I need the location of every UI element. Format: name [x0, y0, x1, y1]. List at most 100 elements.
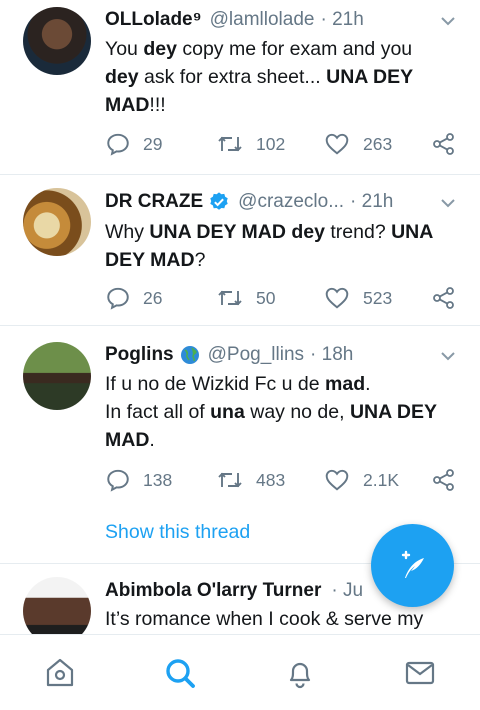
- author-name[interactable]: Poglins: [105, 344, 174, 366]
- home-icon: [46, 658, 74, 687]
- retweet-count: 102: [256, 133, 286, 154]
- reply-icon: [107, 133, 129, 156]
- avatar[interactable]: [23, 188, 91, 256]
- like-count: 523: [363, 287, 393, 308]
- author-handle[interactable]: @lamllolade: [210, 9, 315, 31]
- tweet-text-bold: MAD: [105, 429, 150, 451]
- tweet[interactable]: OLLolade⁹ @lamllolade · 21h You dey copy…: [0, 0, 480, 175]
- retweet-icon: [218, 290, 242, 306]
- tweet-text-bold: UNA DEY MAD dey: [149, 221, 325, 243]
- retweet-count: 50: [256, 287, 276, 308]
- tweet-actions: 26 50 523: [105, 283, 456, 313]
- like-count: 263: [363, 133, 393, 154]
- tweet-text-bold: mad: [325, 373, 366, 395]
- retweet-button[interactable]: 50: [216, 283, 275, 313]
- like-button[interactable]: 2.1K: [323, 465, 399, 495]
- bell-icon: [289, 662, 311, 689]
- tweet-text-line: You dey copy me for exam and you: [105, 35, 460, 63]
- chevron-down-icon[interactable]: [440, 195, 456, 211]
- author-name[interactable]: OLLolade⁹: [105, 9, 202, 31]
- nav-search[interactable]: [160, 655, 200, 691]
- compose-tweet-button[interactable]: [371, 524, 454, 607]
- author-handle[interactable]: @crazeclo...: [238, 191, 344, 213]
- tweet-text-bold: dey: [143, 38, 177, 60]
- compose-icon: [401, 550, 424, 578]
- retweet-button[interactable]: 102: [216, 129, 285, 159]
- tweet-actions: 138 483 2.1K: [105, 465, 456, 495]
- tweet-text: You dey copy me for exam and you dey ask …: [105, 35, 460, 119]
- tweet-text-run: Why: [105, 221, 150, 243]
- globe-emoji-icon: [180, 346, 199, 364]
- tweet-text-line: dey ask for extra sheet... UNA DEY: [105, 63, 460, 91]
- reply-count: 29: [143, 133, 163, 154]
- author-name[interactable]: Abimbola O'larry Turner: [105, 580, 321, 602]
- reply-count: 138: [143, 469, 173, 490]
- tweet-text-bold: MAD: [105, 94, 150, 116]
- tweet-text-line: DEY MAD?: [105, 246, 460, 274]
- tweet-text-line: Why UNA DEY MAD dey trend? UNA: [105, 218, 460, 246]
- tweet-text-bold: dey: [105, 66, 139, 88]
- tweet-text-run: .: [149, 429, 155, 451]
- reply-icon: [107, 287, 129, 310]
- tweet-actions: 29 102 263: [105, 129, 456, 159]
- tweet-text-run: way no de,: [244, 401, 350, 423]
- tweet-text-run: .: [365, 373, 371, 395]
- author-handle[interactable]: @Pog_llins: [208, 344, 304, 366]
- avatar[interactable]: [23, 577, 91, 634]
- tweet-text-run: It’s romance when I cook & serve my: [105, 608, 424, 630]
- like-button[interactable]: 263: [323, 129, 392, 159]
- search-icon: [166, 659, 195, 688]
- tweet-time: · 21h: [350, 191, 394, 212]
- retweet-button[interactable]: 483: [216, 465, 285, 495]
- tweet-text-run: !!!: [149, 94, 166, 116]
- tweet-text-run: copy me for exam and you: [176, 38, 413, 60]
- show-thread-link[interactable]: Show this thread: [105, 521, 250, 544]
- tweet-text-run: trend?: [324, 221, 392, 243]
- tweet-text-bold: DEY MAD: [105, 249, 195, 271]
- tweet-text-line: If u no de Wizkid Fc u de mad.: [105, 370, 460, 398]
- tweet-text-run: You: [105, 38, 144, 60]
- bottom-nav: [0, 634, 480, 710]
- nav-home[interactable]: [40, 655, 80, 691]
- tweet-text-bold: UNA DEY: [326, 66, 414, 88]
- tweet-text-line: In fact all of una way no de, UNA DEY: [105, 398, 460, 426]
- reply-button[interactable]: 26: [105, 283, 162, 313]
- tweet-text-line: MAD.: [105, 426, 460, 454]
- tweet[interactable]: DR CRAZE @crazeclo... · 21h Why UNA DEY …: [0, 175, 480, 326]
- tweet-text-run: In fact all of: [105, 401, 211, 423]
- heart-icon: [325, 287, 349, 309]
- author-name[interactable]: DR CRAZE: [105, 191, 203, 213]
- heart-icon: [325, 469, 349, 491]
- avatar[interactable]: [23, 342, 91, 410]
- reply-icon: [107, 469, 129, 492]
- reply-button[interactable]: 29: [105, 129, 162, 159]
- tweet-text-run: If u no de Wizkid Fc u de: [105, 373, 326, 395]
- tweet-text-run: ?: [194, 249, 206, 271]
- tweet-text-line: It’s romance when I cook & serve my: [105, 605, 423, 633]
- tweet-text-line: MAD!!!: [105, 91, 460, 119]
- tweet-time: · Ju: [331, 580, 364, 601]
- tweet-text-run: ask for extra sheet...: [138, 66, 327, 88]
- tweet-time: · 18h: [310, 344, 354, 365]
- heart-icon: [325, 133, 349, 155]
- share-icon[interactable]: [432, 132, 456, 156]
- tweet-time: · 21h: [320, 9, 364, 30]
- share-icon[interactable]: [432, 468, 456, 492]
- mail-icon: [405, 661, 435, 685]
- chevron-down-icon[interactable]: [440, 348, 456, 364]
- retweet-icon: [218, 136, 242, 152]
- chevron-down-icon[interactable]: [440, 13, 456, 29]
- tweet-text-bold: UNA DEY: [349, 401, 438, 423]
- tweet-text: Why UNA DEY MAD dey trend? UNA DEY MAD?: [105, 218, 460, 274]
- share-icon[interactable]: [432, 286, 456, 310]
- retweet-icon: [218, 472, 242, 488]
- nav-messages[interactable]: [400, 655, 440, 691]
- nav-notifications[interactable]: [280, 655, 320, 691]
- avatar[interactable]: [23, 7, 91, 75]
- retweet-count: 483: [256, 469, 286, 490]
- tweet-text: If u no de Wizkid Fc u de mad. In fact al…: [105, 370, 460, 454]
- like-button[interactable]: 523: [323, 283, 392, 313]
- tweet-text: It’s romance when I cook & serve my: [105, 605, 423, 633]
- reply-count: 26: [143, 287, 163, 308]
- reply-button[interactable]: 138: [105, 465, 172, 495]
